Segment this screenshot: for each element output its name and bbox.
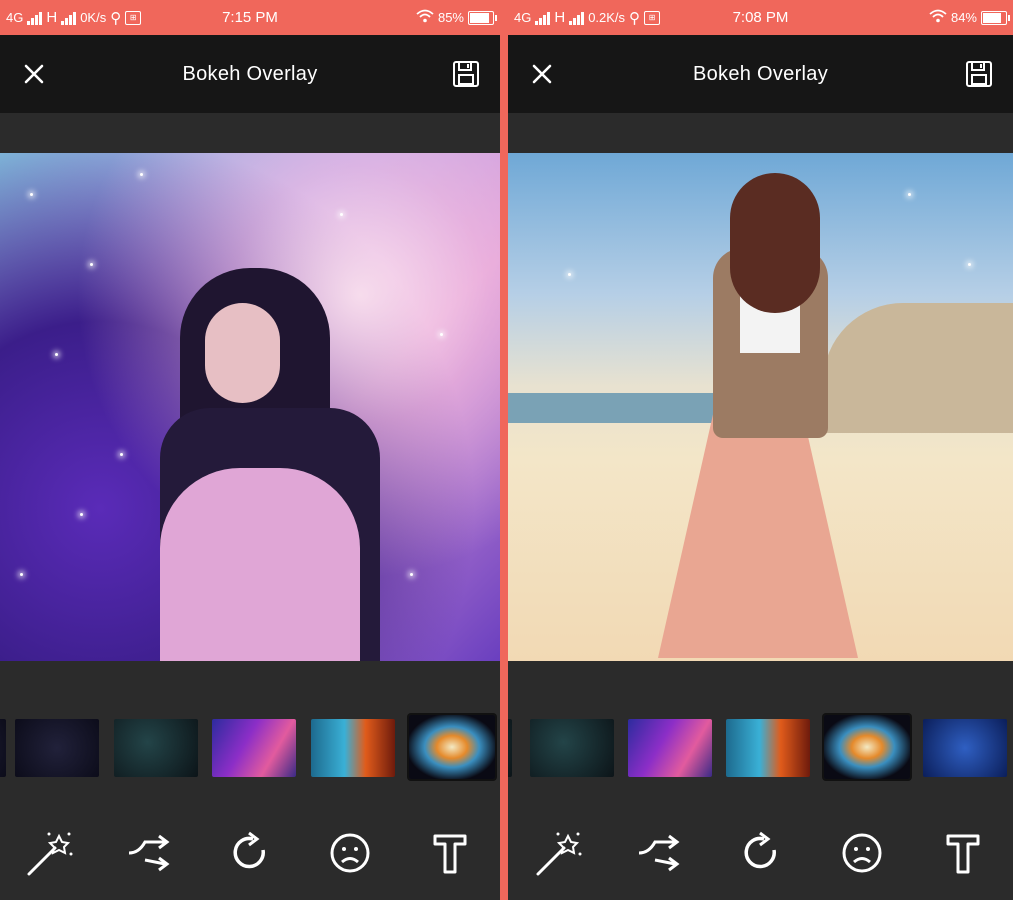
usb-icon: ⚲ <box>629 9 641 27</box>
rotate-icon[interactable] <box>224 827 276 879</box>
notification-icon: ⊞ <box>644 10 661 25</box>
phone-screen-left: 4G H 0K/s ⚲ ⊞ 7:15 PM 85% Bokeh Overlay <box>0 0 500 900</box>
sparkle <box>90 263 93 266</box>
filter-thumbnail[interactable] <box>628 719 712 777</box>
filter-strip <box>508 715 1013 791</box>
signal-icon <box>27 11 43 25</box>
filter-thumbnail-selected[interactable] <box>824 715 910 779</box>
filter-thumbnail[interactable] <box>212 719 296 777</box>
sad-face-icon[interactable] <box>324 827 376 879</box>
text-icon[interactable] <box>937 827 989 879</box>
battery-icon <box>468 10 497 25</box>
signal-icon <box>61 11 77 25</box>
filter-strip <box>0 715 500 791</box>
network-type-2: H <box>554 9 566 26</box>
app-bar: Bokeh Overlay <box>508 35 1013 113</box>
photo-canvas[interactable] <box>0 153 500 661</box>
subject-face <box>205 303 280 403</box>
signal-icon <box>569 11 585 25</box>
filter-thumbnail[interactable] <box>726 719 810 777</box>
filter-thumbnail[interactable] <box>114 719 198 777</box>
top-spacer <box>0 113 500 153</box>
phone-screen-right: 4G H 0.2K/s ⚲ ⊞ 7:08 PM 84% Bokeh Overla… <box>508 0 1013 900</box>
battery-fill <box>470 12 489 23</box>
sparkle <box>568 273 571 276</box>
filter-thumbnail[interactable] <box>15 719 99 777</box>
rocks <box>823 303 1013 433</box>
app-bar: Bokeh Overlay <box>0 35 500 113</box>
save-icon[interactable] <box>961 56 997 92</box>
shuffle-icon[interactable] <box>124 827 176 879</box>
sparkle <box>410 573 413 576</box>
app-title: Bokeh Overlay <box>692 62 829 85</box>
usb-icon: ⚲ <box>110 9 122 27</box>
filter-thumbnail[interactable] <box>0 719 6 777</box>
wifi-icon <box>416 9 434 27</box>
bottom-toolbar <box>0 805 500 900</box>
sparkle <box>968 263 971 266</box>
sparkle <box>440 333 443 336</box>
signal-icon <box>535 11 551 25</box>
network-type: 4G <box>514 10 532 25</box>
sparkle <box>30 193 33 196</box>
magic-wand-icon[interactable] <box>533 827 585 879</box>
subject-legs <box>160 468 360 661</box>
battery-icon <box>981 10 1010 25</box>
data-speed: 0.2K/s <box>588 10 626 25</box>
sparkle <box>340 213 343 216</box>
mid-spacer <box>0 661 500 719</box>
battery-percent: 84% <box>950 10 977 25</box>
close-icon[interactable] <box>524 56 560 92</box>
wifi-icon <box>929 9 947 27</box>
status-bar: 4G H 0.2K/s ⚲ ⊞ 7:08 PM 84% <box>508 0 1013 35</box>
top-spacer <box>508 113 1013 153</box>
notification-icon: ⊞ <box>125 10 142 25</box>
data-speed: 0K/s <box>80 10 107 25</box>
sparkle <box>120 453 123 456</box>
status-bar: 4G H 0K/s ⚲ ⊞ 7:15 PM 85% <box>0 0 500 35</box>
magic-wand-icon[interactable] <box>24 827 76 879</box>
mid-spacer <box>508 661 1013 719</box>
sparkle <box>20 573 23 576</box>
subject-hair <box>730 173 820 313</box>
filter-thumbnail[interactable] <box>508 719 512 777</box>
shuffle-icon[interactable] <box>634 827 686 879</box>
photo-canvas[interactable] <box>508 153 1013 661</box>
sparkle <box>55 353 58 356</box>
save-icon[interactable] <box>448 56 484 92</box>
sparkle <box>80 513 83 516</box>
battery-fill <box>983 12 1002 23</box>
filter-thumbnail[interactable] <box>311 719 395 777</box>
sad-face-icon[interactable] <box>836 827 888 879</box>
network-type: 4G <box>6 10 24 25</box>
sparkle <box>908 193 911 196</box>
battery-percent: 85% <box>437 10 464 25</box>
filter-thumbnail[interactable] <box>530 719 614 777</box>
bottom-toolbar <box>508 805 1013 900</box>
rotate-icon[interactable] <box>735 827 787 879</box>
app-title: Bokeh Overlay <box>182 62 318 85</box>
text-icon[interactable] <box>424 827 476 879</box>
sparkle <box>140 173 143 176</box>
filter-thumbnail[interactable] <box>923 719 1007 777</box>
network-type-2: H <box>46 9 58 26</box>
filter-thumbnail-selected[interactable] <box>409 715 495 779</box>
close-icon[interactable] <box>16 56 52 92</box>
